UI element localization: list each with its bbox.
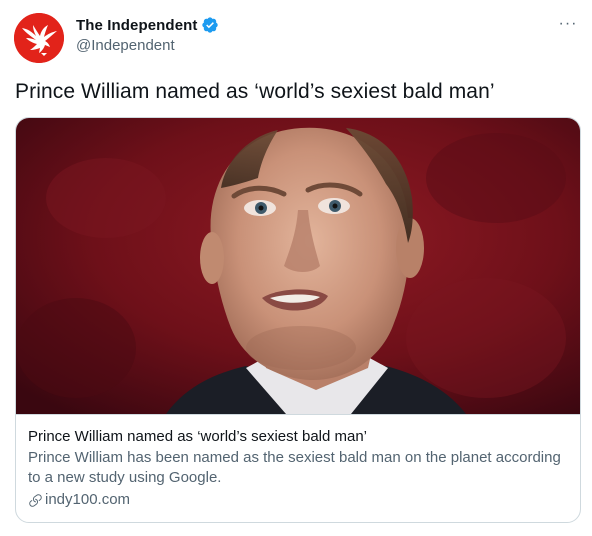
card-domain[interactable]: indy100.com: [28, 490, 568, 510]
card-body: Prince William named as ‘world’s sexiest…: [28, 427, 568, 510]
author-name-row: The Independent: [76, 15, 219, 35]
verified-badge-icon: [201, 16, 219, 34]
more-icon: ···: [558, 15, 578, 32]
card-divider: [16, 414, 580, 415]
prince-william-photo: [16, 118, 580, 414]
display-name[interactable]: The Independent: [76, 17, 198, 34]
account-handle[interactable]: @Independent: [76, 37, 175, 54]
card-image[interactable]: [16, 118, 580, 414]
tweet-text: Prince William named as ‘world’s sexiest…: [15, 80, 495, 103]
link-icon: [28, 493, 43, 508]
card-title[interactable]: Prince William named as ‘world’s sexiest…: [28, 427, 568, 447]
card-description: Prince William has been named as the sex…: [28, 449, 561, 486]
card-domain-text: indy100.com: [45, 491, 131, 508]
link-preview-card[interactable]: Prince William named as ‘world’s sexiest…: [15, 117, 581, 523]
independent-eagle-logo: [14, 13, 64, 63]
tweet: The Independent @Independent ··· Prince …: [0, 0, 592, 536]
more-options-button[interactable]: ···: [556, 14, 580, 34]
avatar[interactable]: [14, 13, 64, 63]
